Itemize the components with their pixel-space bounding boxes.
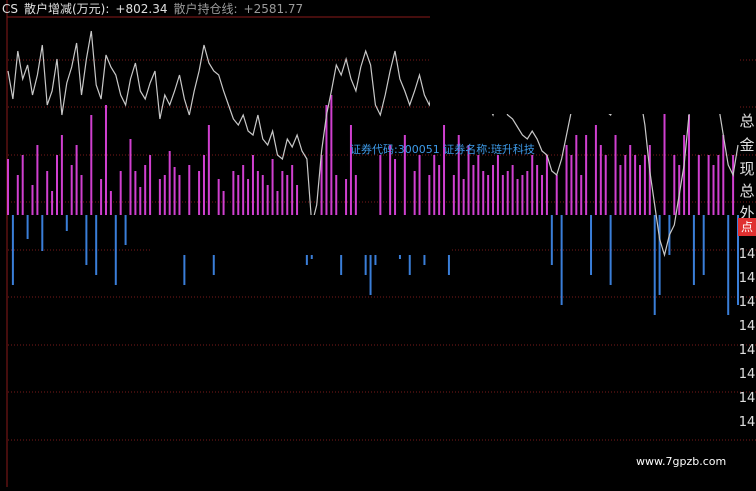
right-number-5: 14 bbox=[738, 343, 756, 358]
indicator-2-value: +2581.77 bbox=[243, 2, 304, 16]
right-char-3: 现 bbox=[739, 160, 755, 178]
indicator-2-name: 散户持仓线: bbox=[173, 2, 238, 16]
indicator-header: CS 散户增减(万元): +802.34 散户持仓线: +2581.77 bbox=[2, 0, 309, 18]
name-value: 琏升科技 bbox=[490, 143, 535, 156]
header-prefix: CS bbox=[2, 2, 18, 16]
right-char-4: 总 bbox=[739, 182, 755, 200]
indicator-1-value: +802.34 bbox=[115, 2, 168, 16]
overlay-patch-1 bbox=[150, 215, 450, 255]
chart-stage: CS 散户增减(万元): +802.34 散户持仓线: +2581.77 证券代码:30… bbox=[0, 0, 756, 487]
right-number-7: 14 bbox=[738, 391, 756, 406]
indicator-1-name: 散户增减(万元): bbox=[24, 2, 110, 16]
indicator-chart bbox=[6, 0, 756, 487]
overlay-patch-2 bbox=[430, 18, 740, 114]
right-char-1: 总 bbox=[739, 112, 755, 130]
watermark: www.7gpzb.com bbox=[636, 455, 727, 468]
code-value: 300051 bbox=[397, 143, 440, 156]
right-number-1: 14 bbox=[738, 247, 756, 262]
right-number-3: 14 bbox=[738, 295, 756, 310]
security-caption: 证券代码:300051 证券名称:琏升科技 bbox=[350, 141, 535, 157]
right-char-2: 金 bbox=[739, 136, 755, 154]
right-number-2: 14 bbox=[738, 271, 756, 286]
right-badge[interactable]: 点 bbox=[738, 218, 756, 236]
code-label: 证券代码: bbox=[350, 143, 398, 156]
name-label: 证券名称: bbox=[443, 143, 491, 156]
right-info-panel: 总 金 现 总 外 点 14 14 14 14 14 14 14 14 bbox=[738, 108, 756, 487]
right-number-6: 14 bbox=[738, 367, 756, 382]
right-number-8: 14 bbox=[738, 415, 756, 430]
right-number-4: 14 bbox=[738, 319, 756, 334]
